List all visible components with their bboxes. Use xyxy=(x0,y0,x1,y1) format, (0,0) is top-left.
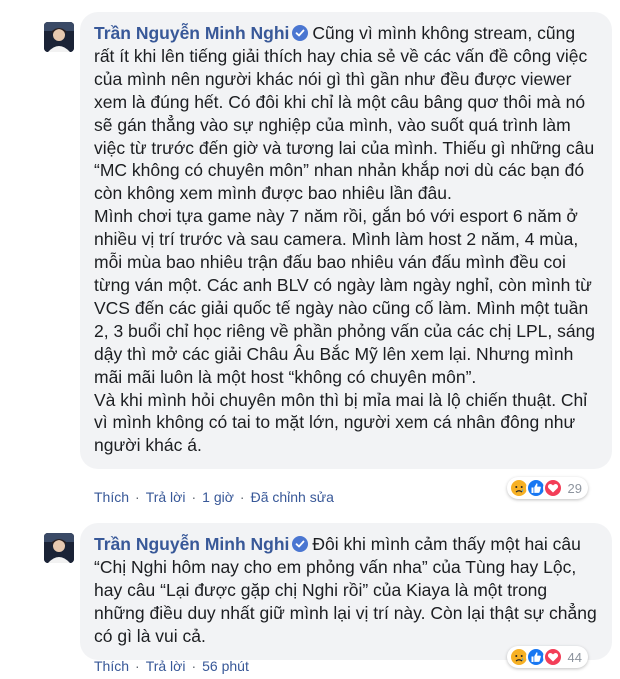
comment-bubble: Trần Nguyễn Minh Nghi Cũng vì mình không … xyxy=(80,12,612,470)
author-name[interactable]: Trần Nguyễn Minh Nghi xyxy=(94,23,289,43)
reaction-count: 29 xyxy=(567,480,582,496)
reaction-count: 44 xyxy=(567,649,582,665)
avatar[interactable] xyxy=(44,533,74,563)
reply-link[interactable]: Trả lời xyxy=(146,489,186,505)
timestamp-link[interactable]: 1 giờ xyxy=(202,489,234,505)
author-name[interactable]: Trần Nguyễn Minh Nghi xyxy=(94,534,289,554)
verified-badge-icon xyxy=(292,24,309,41)
like-link[interactable]: Thích xyxy=(94,658,129,674)
reactions-summary[interactable]: 29 xyxy=(506,477,588,499)
comment-text: Cũng vì mình không stream, cũng rất ít k… xyxy=(94,23,596,456)
separator-dot: · xyxy=(135,658,140,674)
separator-dot: · xyxy=(239,489,245,505)
reactions-summary[interactable]: 44 xyxy=(506,646,588,668)
comment-actions: Thích · Trả lời · 1 giờ · Đã chỉnh sửa xyxy=(94,489,334,505)
love-reaction-icon xyxy=(542,647,563,667)
edited-link[interactable]: Đã chỉnh sửa xyxy=(251,489,334,505)
separator-dot: · xyxy=(191,658,197,674)
love-reaction-icon xyxy=(542,478,563,498)
separator-dot: · xyxy=(191,489,197,505)
verified-badge-icon xyxy=(292,535,309,552)
comment-actions: Thích · Trả lời · 56 phút xyxy=(94,658,249,674)
separator-dot: · xyxy=(135,489,140,505)
timestamp-link[interactable]: 56 phút xyxy=(202,658,249,674)
avatar[interactable] xyxy=(44,22,74,52)
like-link[interactable]: Thích xyxy=(94,489,129,505)
comment-bubble: Trần Nguyễn Minh Nghi Đôi khi mình cảm th… xyxy=(80,523,612,660)
reply-link[interactable]: Trả lời xyxy=(146,658,186,674)
